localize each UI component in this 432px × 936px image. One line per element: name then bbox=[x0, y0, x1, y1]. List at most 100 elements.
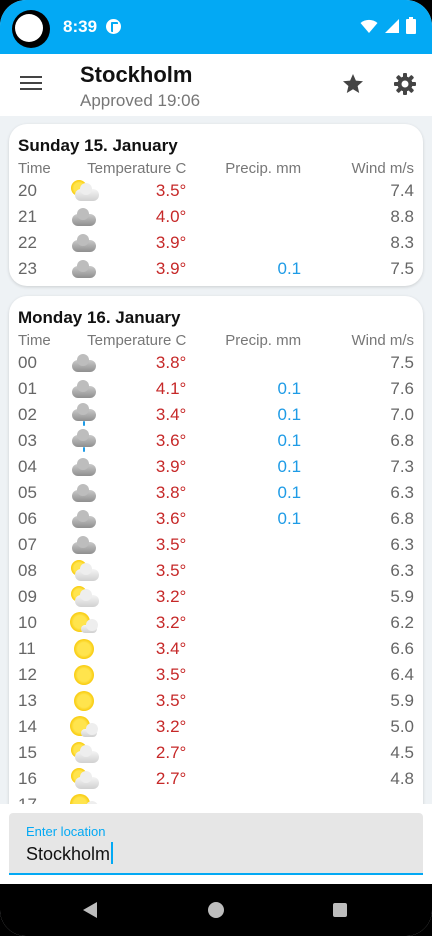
forecast-temperature: 3.4° bbox=[155, 639, 187, 658]
forecast-temperature: 4.1° bbox=[155, 379, 187, 398]
forecast-precip: 0.1 bbox=[277, 483, 302, 502]
weather-symbol bbox=[66, 768, 102, 790]
column-header-row: Time Temperature C Precip. mm Wind m/s bbox=[18, 158, 414, 178]
weather-symbol bbox=[66, 403, 102, 426]
day-card: Sunday 15. January Time Temperature C Pr… bbox=[9, 124, 423, 286]
forecast-time: 10 bbox=[18, 613, 37, 632]
forecast-row: 02 3.4° 0.1 7.0 bbox=[18, 402, 414, 428]
partly-cloudy-icon bbox=[69, 560, 99, 582]
location-input[interactable]: Enter location Stockholm bbox=[9, 813, 423, 875]
forecast-temperature: 3.4° bbox=[155, 405, 187, 424]
forecast-temperature: 2.7° bbox=[155, 743, 187, 762]
day-card: Monday 16. January Time Temperature C Pr… bbox=[9, 296, 423, 804]
partly-cloudy-icon bbox=[69, 742, 99, 764]
cloudy-icon bbox=[69, 482, 99, 504]
weather-symbol bbox=[66, 664, 102, 686]
column-header-time: Time bbox=[18, 159, 51, 177]
day-rows: 00 3.8° 7.5 01 4.1° 0.1 7.6 02 3.4° 0.1 7.0 03 3.6° 0… bbox=[18, 350, 414, 804]
forecast-temperature: 3.8° bbox=[155, 483, 187, 502]
forecast-temperature: 3.6° bbox=[155, 431, 187, 450]
partly-cloudy-icon bbox=[69, 586, 99, 608]
location-input-value[interactable]: Stockholm bbox=[26, 842, 114, 865]
forecast-row: 15 2.7° 4.5 bbox=[18, 740, 414, 766]
forecast-wind: 6.4 bbox=[390, 665, 414, 684]
forecast-time: 02 bbox=[18, 405, 37, 424]
forecast-row: 14 3.2° 5.0 bbox=[18, 714, 414, 740]
forecast-wind: 4.5 bbox=[390, 743, 414, 762]
column-header-precip: Precip. mm bbox=[225, 159, 302, 177]
weather-symbol bbox=[66, 180, 102, 202]
sun-icon bbox=[69, 664, 99, 686]
forecast-row: 03 3.6° 0.1 6.8 bbox=[18, 428, 414, 454]
forecast-row: 17 bbox=[18, 792, 414, 804]
forecast-time: 20 bbox=[18, 181, 37, 200]
forecast-time: 12 bbox=[18, 665, 37, 684]
forecast-row: 23 3.9° 0.1 7.5 bbox=[18, 256, 414, 282]
forecast-row: 12 3.5° 6.4 bbox=[18, 662, 414, 688]
forecast-wind: 8.3 bbox=[390, 233, 414, 252]
forecast-row: 21 4.0° 8.8 bbox=[18, 204, 414, 230]
forecast-wind: 6.3 bbox=[390, 561, 414, 580]
phone-screen: 8:39 Stockholm Approved 19:06 Sunday 15.… bbox=[0, 0, 432, 936]
forecast-wind: 6.3 bbox=[390, 483, 414, 502]
home-button[interactable] bbox=[208, 902, 224, 918]
weather-symbol bbox=[66, 716, 102, 738]
forecast-time: 09 bbox=[18, 587, 37, 606]
forecast-time: 11 bbox=[18, 639, 36, 658]
menu-icon[interactable] bbox=[20, 74, 42, 92]
forecast-temperature: 2.7° bbox=[155, 769, 187, 788]
forecast-wind: 7.0 bbox=[390, 405, 414, 424]
forecast-wind: 7.3 bbox=[390, 457, 414, 476]
light-rain-icon bbox=[69, 429, 99, 452]
weather-symbol bbox=[66, 534, 102, 556]
forecast-wind: 5.9 bbox=[390, 587, 414, 606]
mostly-sunny-icon bbox=[69, 612, 99, 634]
mostly-sunny-icon bbox=[69, 716, 99, 738]
forecast-row: 05 3.8° 0.1 6.3 bbox=[18, 480, 414, 506]
recents-button[interactable] bbox=[333, 903, 347, 917]
forecast-time: 04 bbox=[18, 457, 37, 476]
status-time: 8:39 bbox=[63, 17, 98, 36]
forecast-row: 06 3.6° 0.1 6.8 bbox=[18, 506, 414, 532]
weather-symbol bbox=[66, 232, 102, 254]
forecast-time: 05 bbox=[18, 483, 37, 502]
forecast-row: 09 3.2° 5.9 bbox=[18, 584, 414, 610]
forecast-temperature: 3.2° bbox=[155, 613, 187, 632]
forecast-list[interactable]: Sunday 15. January Time Temperature C Pr… bbox=[0, 116, 432, 804]
day-rows: 20 3.5° 7.4 21 4.0° 8.8 22 3.9° 8.3 23 3.9° 0.1 7.5 bbox=[18, 178, 414, 282]
forecast-wind: 7.5 bbox=[390, 259, 414, 278]
forecast-precip: 0.1 bbox=[277, 405, 302, 424]
partly-cloudy-icon bbox=[69, 768, 99, 790]
forecast-wind: 6.6 bbox=[390, 639, 414, 658]
favorite-star-icon[interactable] bbox=[341, 72, 365, 96]
forecast-wind: 7.5 bbox=[390, 353, 414, 372]
weather-symbol bbox=[66, 690, 102, 712]
forecast-row: 01 4.1° 0.1 7.6 bbox=[18, 376, 414, 402]
forecast-row: 20 3.5° 7.4 bbox=[18, 178, 414, 204]
app-notification-icon bbox=[106, 19, 121, 34]
forecast-row: 08 3.5° 6.3 bbox=[18, 558, 414, 584]
settings-gear-icon[interactable] bbox=[393, 72, 417, 96]
mostly-sunny-icon bbox=[69, 794, 99, 804]
forecast-temperature: 3.5° bbox=[155, 665, 187, 684]
forecast-temperature: 3.9° bbox=[155, 259, 187, 278]
battery-icon bbox=[406, 17, 416, 34]
weather-symbol bbox=[66, 742, 102, 764]
forecast-wind: 4.8 bbox=[390, 769, 414, 788]
forecast-wind: 5.9 bbox=[390, 691, 414, 710]
cloudy-icon bbox=[69, 232, 99, 254]
signal-icon bbox=[385, 18, 399, 33]
column-header-time: Time bbox=[18, 331, 51, 349]
forecast-time: 13 bbox=[18, 691, 37, 710]
back-button[interactable] bbox=[82, 901, 98, 919]
location-input-area: Enter location Stockholm bbox=[0, 804, 432, 884]
cloudy-icon bbox=[69, 206, 99, 228]
forecast-wind: 7.6 bbox=[390, 379, 414, 398]
forecast-precip: 0.1 bbox=[277, 259, 302, 278]
cloudy-icon bbox=[69, 352, 99, 374]
forecast-wind: 6.3 bbox=[390, 535, 414, 554]
weather-symbol bbox=[66, 482, 102, 504]
column-header-precip: Precip. mm bbox=[225, 331, 302, 349]
column-header-temperature: Temperature C bbox=[87, 331, 187, 349]
forecast-time: 03 bbox=[18, 431, 37, 450]
